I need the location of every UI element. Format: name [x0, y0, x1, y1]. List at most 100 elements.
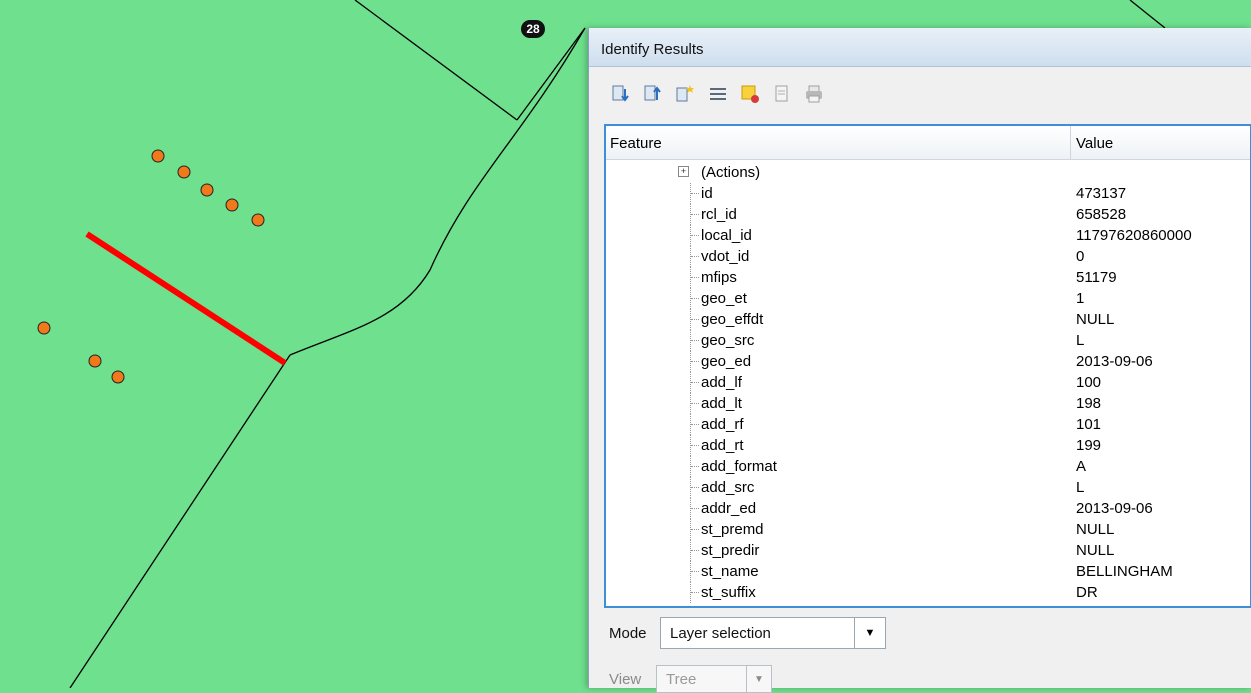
tree-row[interactable]: st_premd NULL	[606, 519, 1250, 540]
tree-branch-line	[691, 340, 699, 341]
field-value: 1	[1076, 290, 1085, 307]
address-point[interactable]	[251, 213, 265, 227]
tree-row[interactable]: vdot_id 0	[606, 246, 1250, 267]
field-name: st_premd	[701, 521, 764, 538]
field-value: 198	[1076, 395, 1102, 412]
tree-row[interactable]: geo_effdt NULL	[606, 309, 1250, 330]
tree-rows: + (Actions) id 473137 rcl_id 658528 local_id…	[606, 162, 1250, 603]
field-value: L	[1076, 332, 1085, 349]
tree-branch-line	[691, 550, 699, 551]
field-name: id	[701, 185, 713, 202]
tree-row[interactable]: rcl_id 658528	[606, 204, 1250, 225]
expand-all-icon[interactable]	[611, 83, 633, 105]
field-value: A	[1076, 458, 1087, 475]
identify-results-panel: Identify Results Feature Value + (Action…	[588, 28, 1251, 693]
collapse-all-icon[interactable]	[643, 83, 665, 105]
field-value: 11797620860000	[1076, 227, 1192, 244]
address-point[interactable]	[151, 149, 165, 163]
tree-row[interactable]: add_rf 101	[606, 414, 1250, 435]
tree-row[interactable]: st_predir NULL	[606, 540, 1250, 561]
tree-row[interactable]: st_suffix DR	[606, 582, 1250, 603]
tree-row[interactable]: geo_ed 2013-09-06	[606, 351, 1250, 372]
column-header-feature[interactable]: Feature	[610, 135, 662, 152]
tree-row[interactable]: geo_et 1	[606, 288, 1250, 309]
address-point[interactable]	[88, 354, 102, 368]
expand-plus-icon[interactable]: +	[678, 166, 689, 177]
address-point[interactable]	[177, 165, 191, 179]
chevron-down-icon[interactable]: ▼	[854, 618, 885, 648]
tree-row[interactable]: add_format A	[606, 456, 1250, 477]
field-value: 658528	[1076, 206, 1127, 223]
field-name: add_rf	[701, 416, 744, 433]
field-name: add_format	[701, 458, 777, 475]
print-icon[interactable]	[803, 83, 825, 105]
expand-new-icon[interactable]	[675, 83, 697, 105]
view-dropdown[interactable]: Tree ▼	[656, 665, 772, 693]
tree-branch-line	[691, 466, 699, 467]
tree-branch-line	[691, 361, 699, 362]
address-point[interactable]	[225, 198, 239, 212]
tree-row[interactable]: add_lt 198	[606, 393, 1250, 414]
mode-label: Mode	[609, 625, 647, 642]
chevron-down-icon[interactable]: ▼	[746, 666, 771, 692]
mode-dropdown[interactable]: Layer selection ▼	[660, 617, 886, 649]
tree-branch-line	[691, 214, 699, 215]
field-name: geo_et	[701, 290, 747, 307]
tree-branch-line	[691, 445, 699, 446]
results-tree[interactable]: Feature Value + (Actions) id 473137 rcl_id…	[604, 124, 1251, 608]
tree-branch-line	[691, 319, 699, 320]
tree-row[interactable]: local_id 11797620860000	[606, 225, 1250, 246]
field-name: local_id	[701, 227, 752, 244]
tree-row[interactable]: addr_ed 2013-09-06	[606, 498, 1250, 519]
field-value: 473137	[1076, 185, 1127, 202]
field-value: NULL	[1076, 521, 1115, 538]
address-point[interactable]	[37, 321, 51, 335]
field-value: NULL	[1076, 311, 1115, 328]
panel-title: Identify Results	[601, 41, 704, 58]
open-form-icon[interactable]	[707, 83, 729, 105]
field-value: 100	[1076, 374, 1102, 391]
address-point[interactable]	[200, 183, 214, 197]
column-divider[interactable]	[1070, 126, 1071, 159]
copy-icon[interactable]	[771, 83, 793, 105]
field-name: add_src	[701, 479, 755, 496]
tree-branch-line	[691, 571, 699, 572]
field-value: 2013-09-06	[1076, 353, 1153, 370]
field-name: add_lt	[701, 395, 742, 412]
tree-branch-line	[691, 382, 699, 383]
field-name: st_suffix	[701, 584, 756, 601]
tree-branch-line	[691, 298, 699, 299]
tree-row[interactable]: st_name BELLINGHAM	[606, 561, 1250, 582]
tree-branch-line	[691, 193, 699, 194]
tree-branch-line	[691, 529, 699, 530]
tree-row-actions[interactable]: + (Actions)	[606, 162, 1250, 183]
tree-branch-line	[691, 403, 699, 404]
tree-row[interactable]: add_rt 199	[606, 435, 1250, 456]
field-value: L	[1076, 479, 1085, 496]
tree-row[interactable]: mfips 51179	[606, 267, 1250, 288]
tree-row[interactable]: id 473137	[606, 183, 1250, 204]
field-name: mfips	[701, 269, 737, 286]
address-point[interactable]	[111, 370, 125, 384]
field-name: geo_src	[701, 332, 755, 349]
field-name: geo_ed	[701, 353, 752, 370]
field-name: geo_effdt	[701, 311, 764, 328]
tree-branch-line	[691, 487, 699, 488]
column-header-value[interactable]: Value	[1076, 135, 1113, 152]
clear-highlight-icon[interactable]	[739, 83, 761, 105]
tree-header: Feature Value	[606, 126, 1250, 160]
title-bar[interactable]: Identify Results	[589, 28, 1251, 67]
field-value: NULL	[1076, 542, 1115, 559]
field-value: DR	[1076, 584, 1098, 601]
field-name: addr_ed	[701, 500, 757, 517]
tree-branch-line	[691, 256, 699, 257]
field-name: vdot_id	[701, 248, 750, 265]
field-value: 101	[1076, 416, 1102, 433]
tree-row[interactable]: add_src L	[606, 477, 1250, 498]
field-name: add_lf	[701, 374, 742, 391]
field-name: rcl_id	[701, 206, 737, 223]
tree-branch-line	[691, 592, 699, 593]
tree-row[interactable]: add_lf 100	[606, 372, 1250, 393]
tree-branch-line	[691, 424, 699, 425]
tree-row[interactable]: geo_src L	[606, 330, 1250, 351]
